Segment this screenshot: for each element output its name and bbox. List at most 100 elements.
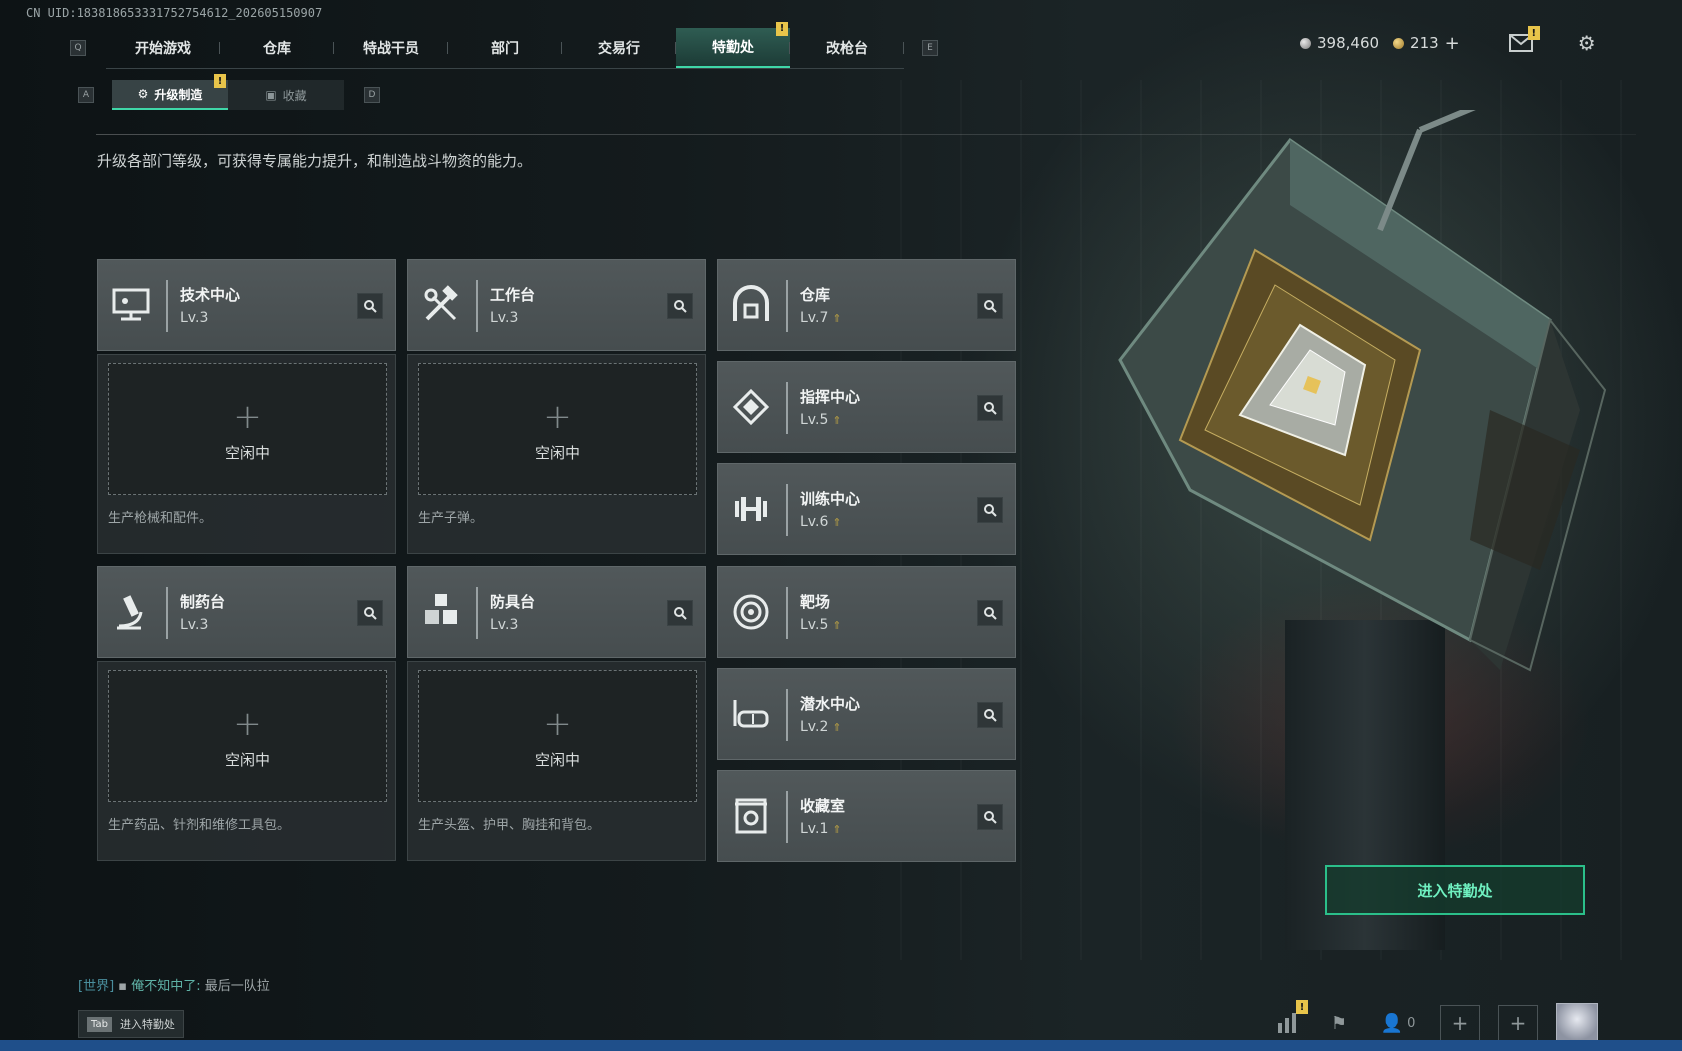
level-text: Lv.7 — [800, 310, 829, 326]
dept-card-warehouse[interactable]: 仓库 Lv.7 ⇑ — [717, 259, 1016, 351]
card-separator — [166, 587, 168, 639]
level-text: Lv.1 — [800, 821, 829, 837]
command-icon — [728, 384, 774, 430]
card-separator — [786, 587, 788, 639]
subtab-collection-label: 收藏 — [282, 88, 307, 103]
tab-start-game[interactable]: 开始游戏 — [106, 28, 220, 68]
card-separator — [166, 280, 168, 332]
production-slot[interactable]: + 空闲中 — [418, 670, 697, 802]
flag-icon[interactable]: ⚑ — [1322, 1006, 1356, 1040]
slot-status: 空闲中 — [224, 444, 270, 462]
friends-count: 0 — [1407, 1015, 1416, 1031]
card-separator — [786, 689, 788, 741]
silver-coin-icon — [1300, 37, 1311, 49]
os-taskbar — [0, 1040, 1682, 1051]
subtab-collection[interactable]: ▣ 收藏 — [228, 80, 344, 110]
dept-card-collection-room[interactable]: 收藏室 Lv.1 ⇑ — [717, 770, 1016, 862]
chat-line[interactable]: [世界] ▪ 俺不知中了: 最后一队拉 — [78, 975, 270, 994]
settings-gear-icon[interactable]: ⚙ — [1574, 30, 1600, 56]
dept-name: 制药台 — [180, 593, 226, 611]
dept-level: Lv.2 ⇑ — [800, 719, 842, 735]
dept-card-pharmacy[interactable]: 制药台 Lv.3 — [97, 566, 396, 658]
dept-name: 收藏室 — [800, 797, 846, 815]
tab-departments[interactable]: 部门 — [448, 28, 562, 68]
card-separator — [476, 587, 478, 639]
add-slot-button[interactable]: + — [1440, 1005, 1480, 1041]
dept-name: 仓库 — [800, 286, 831, 304]
enter-special-ops-button[interactable]: 进入特勤处 — [1325, 865, 1585, 915]
tab-warehouse[interactable]: 仓库 — [220, 28, 334, 68]
dept-card-workbench[interactable]: 工作台 Lv.3 — [407, 259, 706, 351]
dept-level: Lv.3 — [490, 617, 519, 633]
upgrade-arrow-icon: ⇑ — [832, 721, 842, 734]
notification-badge: ! — [214, 74, 226, 88]
cube-illustration — [1060, 102, 1620, 710]
tab-key: Tab — [87, 1016, 112, 1032]
search-icon[interactable] — [667, 293, 693, 319]
dept-card-tech-center[interactable]: 技术中心 Lv.3 — [97, 259, 396, 351]
top-right-bar: 398,460 213 + ! ⚙ — [1300, 26, 1600, 56]
search-icon[interactable] — [667, 600, 693, 626]
search-icon[interactable] — [977, 804, 1003, 830]
stats-icon[interactable]: ! — [1270, 1000, 1308, 1040]
tab-hint[interactable]: Tab 进入特勤处 — [78, 1010, 184, 1038]
upgrade-arrow-icon: ⇑ — [832, 414, 842, 427]
chat-message: 最后一队拉 — [204, 979, 270, 994]
key-hint-e: E — [922, 40, 938, 56]
friends-icon[interactable]: 👤 0 — [1374, 1006, 1422, 1040]
dept-level: Lv.3 — [180, 617, 209, 633]
camera-icon: ▪ — [118, 979, 128, 994]
slot-status: 空闲中 — [224, 751, 270, 769]
upgrade-arrow-icon: ⇑ — [832, 823, 842, 836]
notification-badge: ! — [1296, 1000, 1308, 1014]
target-icon — [728, 589, 774, 635]
tab-hint-label: 进入特勤处 — [119, 1018, 175, 1031]
dumbbell-icon — [728, 486, 774, 532]
tab-operators[interactable]: 特战干员 — [334, 28, 448, 68]
production-slot[interactable]: + 空闲中 — [108, 670, 387, 802]
subtab-upgrade-craft[interactable]: ⚙ 升级制造 ! — [112, 74, 228, 110]
plus-icon: + — [233, 704, 262, 744]
dept-level: Lv.5 ⇑ — [800, 617, 842, 633]
dept-level: Lv.7 ⇑ — [800, 310, 842, 326]
search-icon[interactable] — [357, 600, 383, 626]
production-slot[interactable]: + 空闲中 — [108, 363, 387, 495]
search-icon[interactable] — [977, 702, 1003, 728]
avatar[interactable] — [1556, 1003, 1598, 1043]
upgrade-arrow-icon: ⇑ — [832, 619, 842, 632]
card-separator — [786, 280, 788, 332]
production-description: 生产枪械和配件。 — [108, 511, 213, 526]
dept-name: 训练中心 — [800, 490, 861, 508]
collection-icon: ▣ — [265, 88, 277, 102]
tab-gunsmith[interactable]: 改枪台 — [790, 28, 904, 68]
card-separator — [786, 484, 788, 536]
search-icon[interactable] — [977, 497, 1003, 523]
search-icon[interactable] — [977, 600, 1003, 626]
tab-market[interactable]: 交易行 — [562, 28, 676, 68]
level-text: Lv.5 — [800, 412, 829, 428]
plus-icon: + — [233, 397, 262, 437]
chat-user: 俺不知中了: — [131, 979, 201, 994]
dept-card-training-center[interactable]: 训练中心 Lv.6 ⇑ — [717, 463, 1016, 555]
diving-mask-icon — [728, 691, 774, 737]
boxes-icon — [418, 589, 464, 635]
dept-card-armor[interactable]: 防具台 Lv.3 — [407, 566, 706, 658]
add-slot-button[interactable]: + — [1498, 1005, 1538, 1041]
slot-status: 空闲中 — [534, 751, 580, 769]
dept-name: 工作台 — [490, 286, 536, 304]
production-panel-pharmacy: + 空闲中 生产药品、针剂和维修工具包。 — [97, 661, 396, 861]
gold-coin-icon — [1393, 37, 1405, 49]
add-currency-button[interactable]: + — [1445, 33, 1460, 54]
search-icon[interactable] — [977, 395, 1003, 421]
production-slot[interactable]: + 空闲中 — [418, 363, 697, 495]
search-icon[interactable] — [977, 293, 1003, 319]
production-panel-armor: + 空闲中 生产头盔、护甲、胸挂和背包。 — [407, 661, 706, 861]
mail-icon[interactable]: ! — [1508, 26, 1540, 56]
tab-special-ops[interactable]: 特勤处 ! — [676, 21, 790, 68]
search-icon[interactable] — [357, 293, 383, 319]
dept-card-command-center[interactable]: 指挥中心 Lv.5 ⇑ — [717, 361, 1016, 453]
sub-nav: A ⚙ 升级制造 ! ▣ 收藏 D — [78, 74, 380, 110]
dept-card-shooting-range[interactable]: 靶场 Lv.5 ⇑ — [717, 566, 1016, 658]
dept-card-diving-center[interactable]: 潜水中心 Lv.2 ⇑ — [717, 668, 1016, 760]
production-description: 生产子弹。 — [418, 511, 484, 526]
